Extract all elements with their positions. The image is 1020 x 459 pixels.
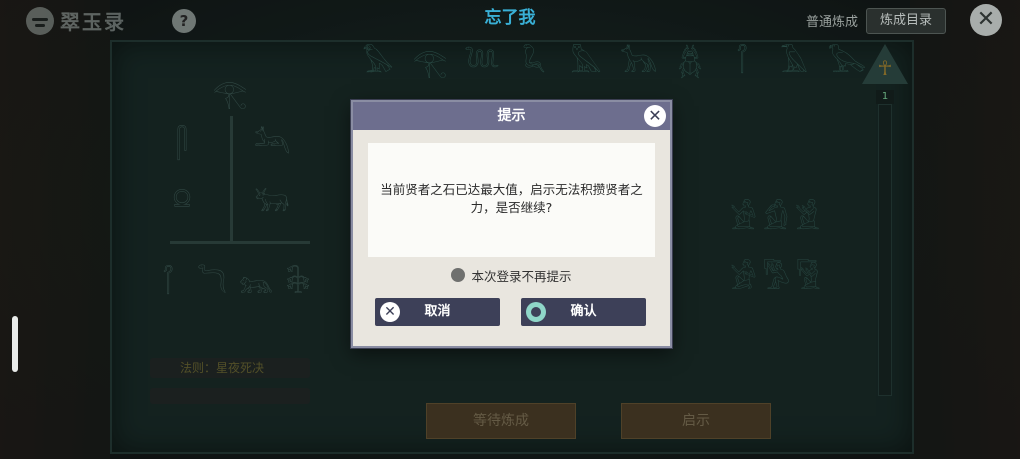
cancel-button[interactable]: ✕ 取消 — [375, 298, 500, 326]
message-box: 当前贤者之石已达最大值，启示无法积攒贤者之力，是否继续? — [368, 143, 655, 257]
dialog-close-icon[interactable]: ✕ — [644, 105, 666, 127]
close-icon[interactable]: ✕ — [970, 4, 1002, 36]
catalog-button[interactable]: 炼成目录 — [866, 8, 946, 34]
confirm-dialog: 提示 ✕ 当前贤者之石已达最大值，启示无法积攒贤者之力，是否继续? 本次登录不再… — [351, 100, 672, 348]
dont-show-label: 本次登录不再提示 — [471, 268, 572, 284]
cancel-label: 取消 — [424, 304, 451, 319]
dialog-title: 提示 — [497, 108, 526, 124]
confirm-button[interactable]: 确认 — [521, 298, 646, 326]
dialog-header: 提示 ✕ — [353, 102, 670, 130]
dont-show-checkbox[interactable] — [451, 268, 466, 282]
side-handle[interactable] — [12, 316, 18, 372]
dialog-message: 当前贤者之石已达最大值，启示无法积攒贤者之力，是否继续? — [380, 182, 643, 215]
confirm-label: 确认 — [570, 304, 597, 319]
mode-label[interactable]: 普通炼成 — [806, 11, 858, 30]
dont-show-row[interactable]: 本次登录不再提示 — [353, 266, 670, 284]
